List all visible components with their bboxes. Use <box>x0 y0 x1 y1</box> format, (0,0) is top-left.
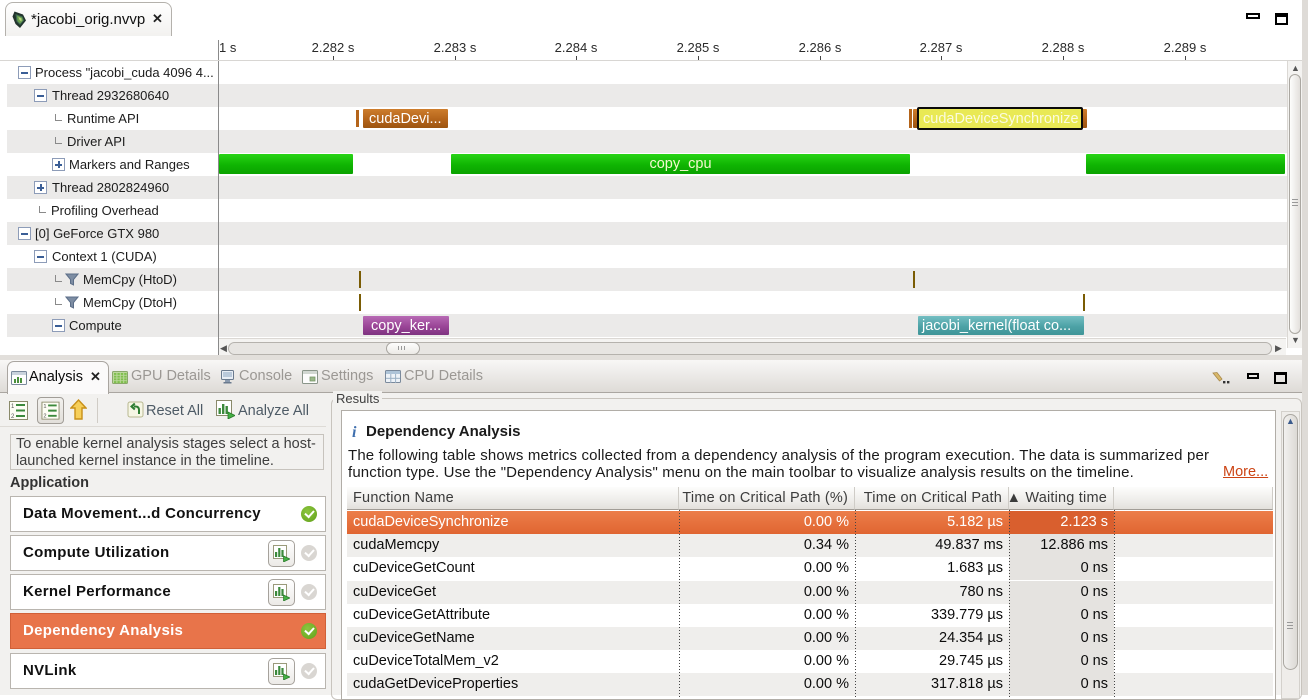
svg-text:2: 2 <box>43 414 46 420</box>
svg-text:1: 1 <box>43 404 46 410</box>
